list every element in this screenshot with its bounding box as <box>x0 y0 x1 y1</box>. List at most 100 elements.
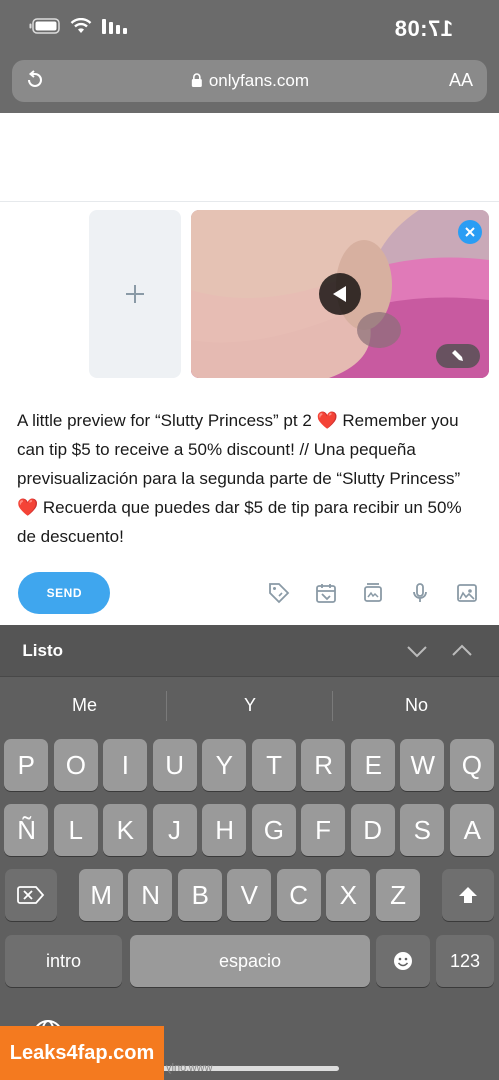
send-label: SEND <box>46 586 82 600</box>
key-o[interactable]: O <box>54 739 98 791</box>
remove-media-button[interactable] <box>458 220 482 244</box>
address-bar[interactable]: AA onlyfans.com <box>12 60 487 102</box>
key-label: F <box>315 814 332 845</box>
key-label: P <box>17 749 36 780</box>
vault-icon[interactable] <box>359 579 387 607</box>
key-label: A <box>463 814 481 845</box>
key-d[interactable]: D <box>351 804 395 856</box>
key-s[interactable]: S <box>400 804 445 856</box>
key-j[interactable]: J <box>153 804 197 856</box>
chevron-up-icon[interactable] <box>450 639 474 663</box>
key-label: B <box>191 879 209 910</box>
key-label: C <box>289 879 309 910</box>
key-label: Ñ <box>17 814 36 845</box>
key-label: W <box>410 749 435 780</box>
shift-icon <box>459 887 477 903</box>
status-bar: 17:08 <box>0 0 499 56</box>
key-u[interactable]: U <box>153 739 197 791</box>
pencil-icon <box>452 350 463 361</box>
emoji-key[interactable] <box>376 935 430 987</box>
battery-icon <box>28 18 60 34</box>
key-y[interactable]: Y <box>202 739 247 791</box>
key-r[interactable]: R <box>301 739 346 791</box>
play-button[interactable] <box>319 273 361 315</box>
return-label: intro <box>46 950 82 971</box>
emoji-icon <box>394 952 412 970</box>
key-g[interactable]: G <box>252 804 296 856</box>
watermark-logo-text: Leaks4fap.com <box>9 1041 155 1064</box>
key-x[interactable]: X <box>326 869 371 921</box>
status-icons <box>28 18 127 34</box>
space-key[interactable]: espacio <box>130 935 370 987</box>
key-label: Q <box>461 749 483 780</box>
key-a[interactable]: A <box>450 804 494 856</box>
play-icon <box>333 286 346 302</box>
video-thumbnail[interactable] <box>191 210 489 378</box>
key-label: H <box>215 814 234 845</box>
plus-icon <box>126 285 144 303</box>
image-icon[interactable] <box>453 579 481 607</box>
key-label: Z <box>390 879 406 910</box>
url-text: onlyfans.com <box>208 71 309 90</box>
url-display[interactable]: onlyfans.com <box>12 71 487 93</box>
suggestion-1-label: No <box>404 695 428 715</box>
key-f[interactable]: F <box>301 804 346 856</box>
backspace-icon <box>17 886 45 904</box>
done-button[interactable]: Listo <box>22 641 63 661</box>
key-w[interactable]: W <box>400 739 445 791</box>
key-e[interactable]: E <box>351 739 395 791</box>
delete-key[interactable] <box>5 869 57 921</box>
key-p[interactable]: P <box>4 739 49 791</box>
keyboard-accessory-bar: Listo <box>0 625 499 677</box>
add-media-button[interactable] <box>89 210 181 378</box>
key-label: N <box>141 879 160 910</box>
return-key[interactable]: intro <box>5 935 122 987</box>
key-c[interactable]: C <box>277 869 321 921</box>
key-i[interactable]: I <box>103 739 148 791</box>
screen-mirrored: 17:08 AA onlyfans.com A little preview f… <box>0 0 499 1080</box>
key-t[interactable]: T <box>252 739 296 791</box>
key-b[interactable]: B <box>178 869 222 921</box>
key-label: R <box>314 749 333 780</box>
edit-media-button[interactable] <box>436 344 480 368</box>
watermark-small-text: www.only <box>166 1062 213 1074</box>
key-label: E <box>364 749 382 780</box>
price-tag-icon[interactable] <box>265 579 293 607</box>
status-time: 17:08 <box>394 16 453 41</box>
key-label: S <box>413 814 432 845</box>
browser-chrome: 17:08 AA onlyfans.com <box>0 0 499 113</box>
key-q[interactable]: Q <box>450 739 494 791</box>
suggestion-3[interactable]: Me <box>1 695 167 716</box>
compose-toolbar: SEND <box>0 567 499 619</box>
key-m[interactable]: M <box>79 869 123 921</box>
key-v[interactable]: V <box>227 869 272 921</box>
key-ñ[interactable]: Ñ <box>4 804 49 856</box>
calendar-icon[interactable] <box>312 579 340 607</box>
divider <box>0 201 499 202</box>
key-k[interactable]: K <box>103 804 148 856</box>
suggestion-1[interactable]: No <box>333 695 499 716</box>
done-label: Listo <box>22 641 63 660</box>
key-label: O <box>65 749 87 780</box>
chevron-down-icon[interactable] <box>405 639 429 663</box>
message-text-content: A little preview for “Slutty Princess” p… <box>17 411 462 546</box>
suggestion-2-label: Y <box>244 695 257 715</box>
microphone-icon[interactable] <box>406 579 434 607</box>
key-label: J <box>168 814 182 845</box>
key-z[interactable]: Z <box>376 869 420 921</box>
numbers-key[interactable]: 123 <box>436 935 494 987</box>
key-l[interactable]: L <box>54 804 98 856</box>
key-label: G <box>263 814 285 845</box>
key-label: M <box>90 879 112 910</box>
numbers-label: 123 <box>449 950 481 971</box>
shift-key[interactable] <box>442 869 494 921</box>
suggestion-2[interactable]: Y <box>167 695 333 716</box>
message-text[interactable]: A little preview for “Slutty Princess” p… <box>17 406 479 551</box>
key-label: L <box>68 814 84 845</box>
key-h[interactable]: H <box>202 804 247 856</box>
reload-icon[interactable] <box>24 69 46 96</box>
compose-page: A little preview for “Slutty Princess” p… <box>0 113 499 625</box>
send-button[interactable]: SEND <box>18 572 110 614</box>
key-n[interactable]: N <box>128 869 173 921</box>
key-label: D <box>363 814 383 845</box>
